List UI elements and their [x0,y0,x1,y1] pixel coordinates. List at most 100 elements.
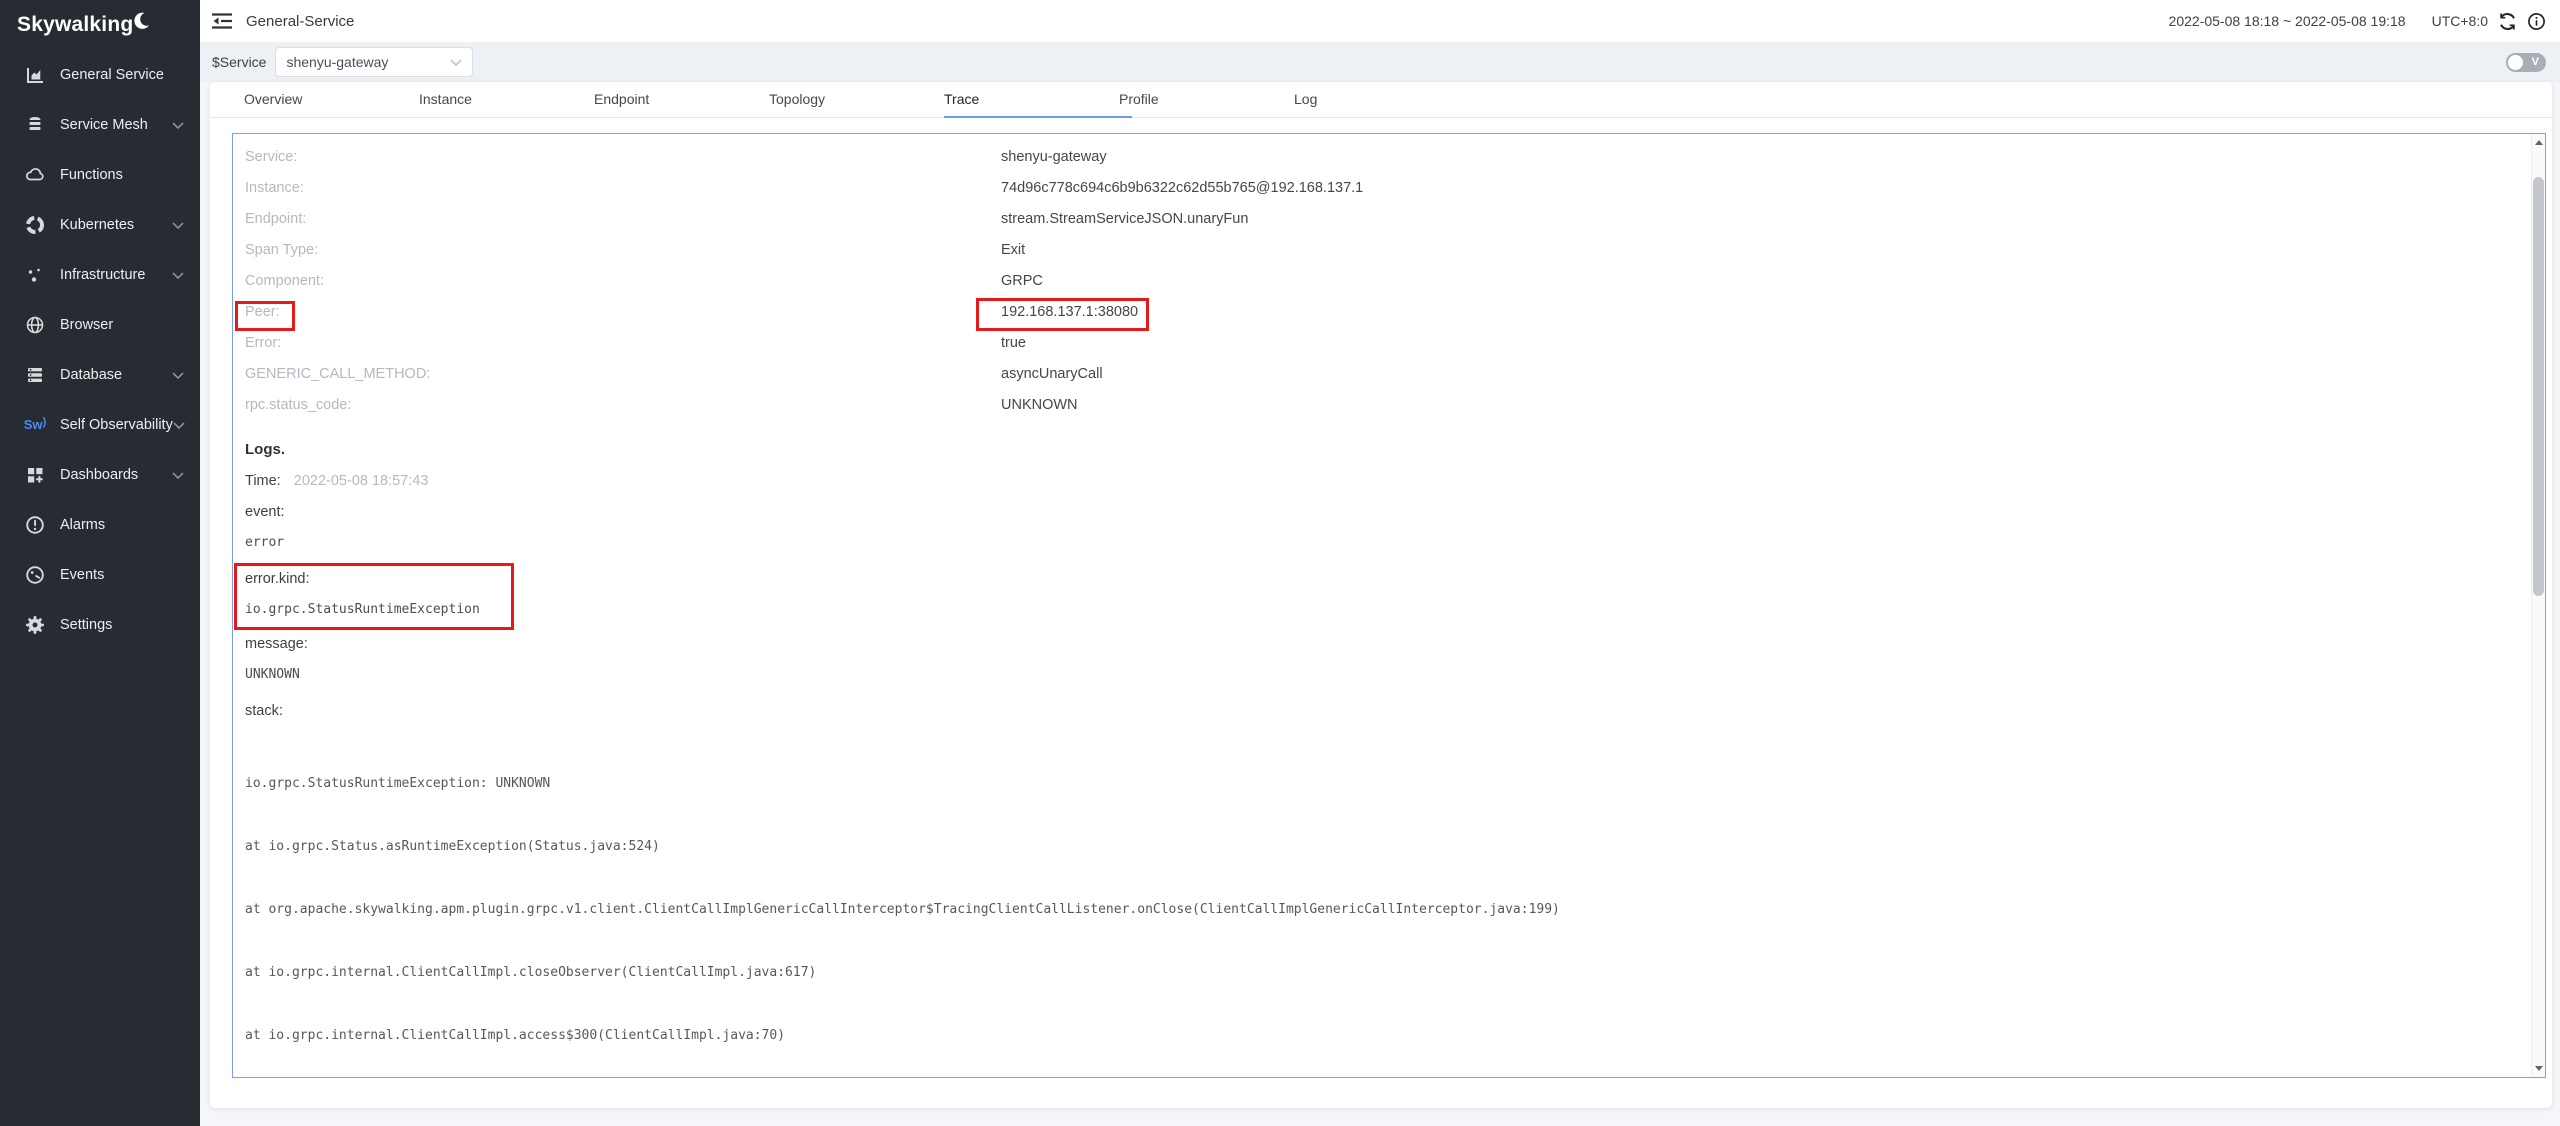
sidebar-item-label: Infrastructure [60,267,145,283]
info-icon[interactable] [2527,12,2546,31]
tab-overview[interactable]: Overview [244,82,419,117]
sidebar-item-service-mesh[interactable]: Service Mesh [0,100,200,150]
field-label: Error: [245,328,1001,359]
sidebar-item-functions[interactable]: Functions [0,150,200,200]
tab-profile[interactable]: Profile [1119,82,1294,117]
scroll-down-icon[interactable] [2535,1066,2543,1071]
tab-endpoint[interactable]: Endpoint [594,82,769,117]
sidebar-item-label: Alarms [60,517,105,533]
field-value: asyncUnaryCall [1001,359,1103,390]
field-value: stream.StreamServiceJSON.unaryFun [1001,204,1248,235]
sidebar-item-self-observability[interactable]: Sw) Self Observability [0,400,200,450]
field-row-endpoint: Endpoint: stream.StreamServiceJSON.unary… [245,204,2529,235]
sidebar-item-infrastructure[interactable]: Infrastructure [0,250,200,300]
field-label: Endpoint: [245,204,1001,235]
field-row-error: Error: true [245,328,2529,359]
scroll-up-icon[interactable] [2535,140,2543,145]
field-row-span-type: Span Type: Exit [245,235,2529,266]
top-bar: General-Service 2022-05-08 18:18 ~ 2022-… [200,0,2560,42]
tab-topology[interactable]: Topology [769,82,944,117]
log-time-label: Time: [245,473,281,489]
service-select[interactable]: shenyu-gateway [275,47,473,77]
log-event-value: error [245,533,2529,553]
content-card: Overview Instance Endpoint Topology Trac… [210,82,2552,1108]
toggle-knob [2508,55,2523,70]
app-logo-text: Skywalking [17,13,133,37]
version-toggle[interactable]: V [2506,53,2546,72]
tab-instance[interactable]: Instance [419,82,594,117]
stack-line: at io.grpc.Status.asRuntimeException(Sta… [245,836,2529,857]
sidebar-item-browser[interactable]: Browser [0,300,200,350]
tab-trace[interactable]: Trace [944,82,1119,117]
clock-icon [25,565,45,585]
sidebar-item-label: Self Observability [60,417,173,433]
panel-scrollbar[interactable] [2531,134,2545,1077]
app-logo[interactable]: Skywalking [0,0,200,50]
log-error-kind-label: error.kind: [245,569,2529,589]
globe-icon [25,315,45,335]
sidebar-item-events[interactable]: Events [0,550,200,600]
chevron-down-icon [450,59,462,66]
server-icon [25,365,45,385]
gear-icon [25,615,45,635]
sidebar-item-label: Browser [60,317,113,333]
field-label: GENERIC_CALL_METHOD: [245,359,1001,390]
timezone-selector[interactable]: UTC+8:0 [2432,13,2488,29]
chevron-down-icon [172,122,184,129]
field-row-generic-call-method: GENERIC_CALL_METHOD: asyncUnaryCall [245,359,2529,390]
log-event-label: event: [245,502,2529,522]
service-var-label: $Service [212,54,266,70]
annotation-box-error-kind [234,563,514,630]
sidebar-item-database[interactable]: Database [0,350,200,400]
field-row-instance: Instance: 74d96c778c694c6b9b6322c62d55b7… [245,173,2529,204]
stack-line: at io.grpc.internal.ClientCallImpl.acces… [245,1025,2529,1046]
sidebar-item-settings[interactable]: Settings [0,600,200,650]
grid-plus-icon [25,465,45,485]
layers-icon [25,115,45,135]
tab-log[interactable]: Log [1294,82,1469,117]
stack-line: at org.apache.skywalking.apm.plugin.grpc… [245,899,2529,920]
skywalking-mini-icon: Sw) [25,415,45,435]
field-value: true [1001,328,1026,359]
log-time-row: Time: 2022-05-08 18:57:43 [245,471,2529,491]
field-value: GRPC [1001,266,1043,297]
refresh-icon[interactable] [2498,12,2517,31]
wheel-icon [25,215,45,235]
field-label: Service: [245,142,1001,173]
stack-line: at io.grpc.internal.ClientCallImpl.close… [245,962,2529,983]
sidebar-item-label: Kubernetes [60,217,134,233]
chevron-down-icon [173,422,185,429]
log-message-label: message: [245,634,2529,654]
alert-circle-icon [25,515,45,535]
tab-bar: Overview Instance Endpoint Topology Trac… [210,82,2552,118]
chevron-down-icon [172,372,184,379]
cloud-icon [25,165,45,185]
field-label: rpc.status_code: [245,390,1001,421]
page-title: General-Service [246,13,354,30]
sidebar-item-label: Events [60,567,104,583]
chevron-down-icon [172,272,184,279]
bar-chart-icon [25,65,45,85]
scrollbar-thumb[interactable] [2533,177,2544,596]
field-label: Component: [245,266,1001,297]
sidebar-item-label: General Service [60,67,164,83]
span-detail-content: Service: shenyu-gateway Instance: 74d96c… [233,134,2545,1077]
log-stack-label: stack: [245,701,2529,721]
time-range-picker[interactable]: 2022-05-08 18:18 ~ 2022-05-08 19:18 [2169,13,2406,29]
sidebar-item-label: Functions [60,167,123,183]
sidebar-item-label: Settings [60,617,112,633]
stack-trace: io.grpc.StatusRuntimeException: UNKNOWN … [245,731,2529,1077]
sidebar-item-general-service[interactable]: General Service [0,50,200,100]
field-label: Span Type: [245,235,1001,266]
field-row-rpc-status-code: rpc.status_code: UNKNOWN [245,390,2529,421]
sidebar-item-kubernetes[interactable]: Kubernetes [0,200,200,250]
collapse-menu-icon[interactable] [212,13,232,29]
annotation-box-peer-label [235,301,295,331]
log-error-kind-value: io.grpc.StatusRuntimeException [245,600,2529,620]
sidebar-item-dashboards[interactable]: Dashboards [0,450,200,500]
log-time-value: 2022-05-08 18:57:43 [294,473,429,489]
sidebar-item-alarms[interactable]: Alarms [0,500,200,550]
field-label: Instance: [245,173,1001,204]
sidebar-menu: General Service Service Mesh Functions K… [0,50,200,650]
field-row-peer: Peer: 192.168.137.1:38080 [245,297,2529,328]
